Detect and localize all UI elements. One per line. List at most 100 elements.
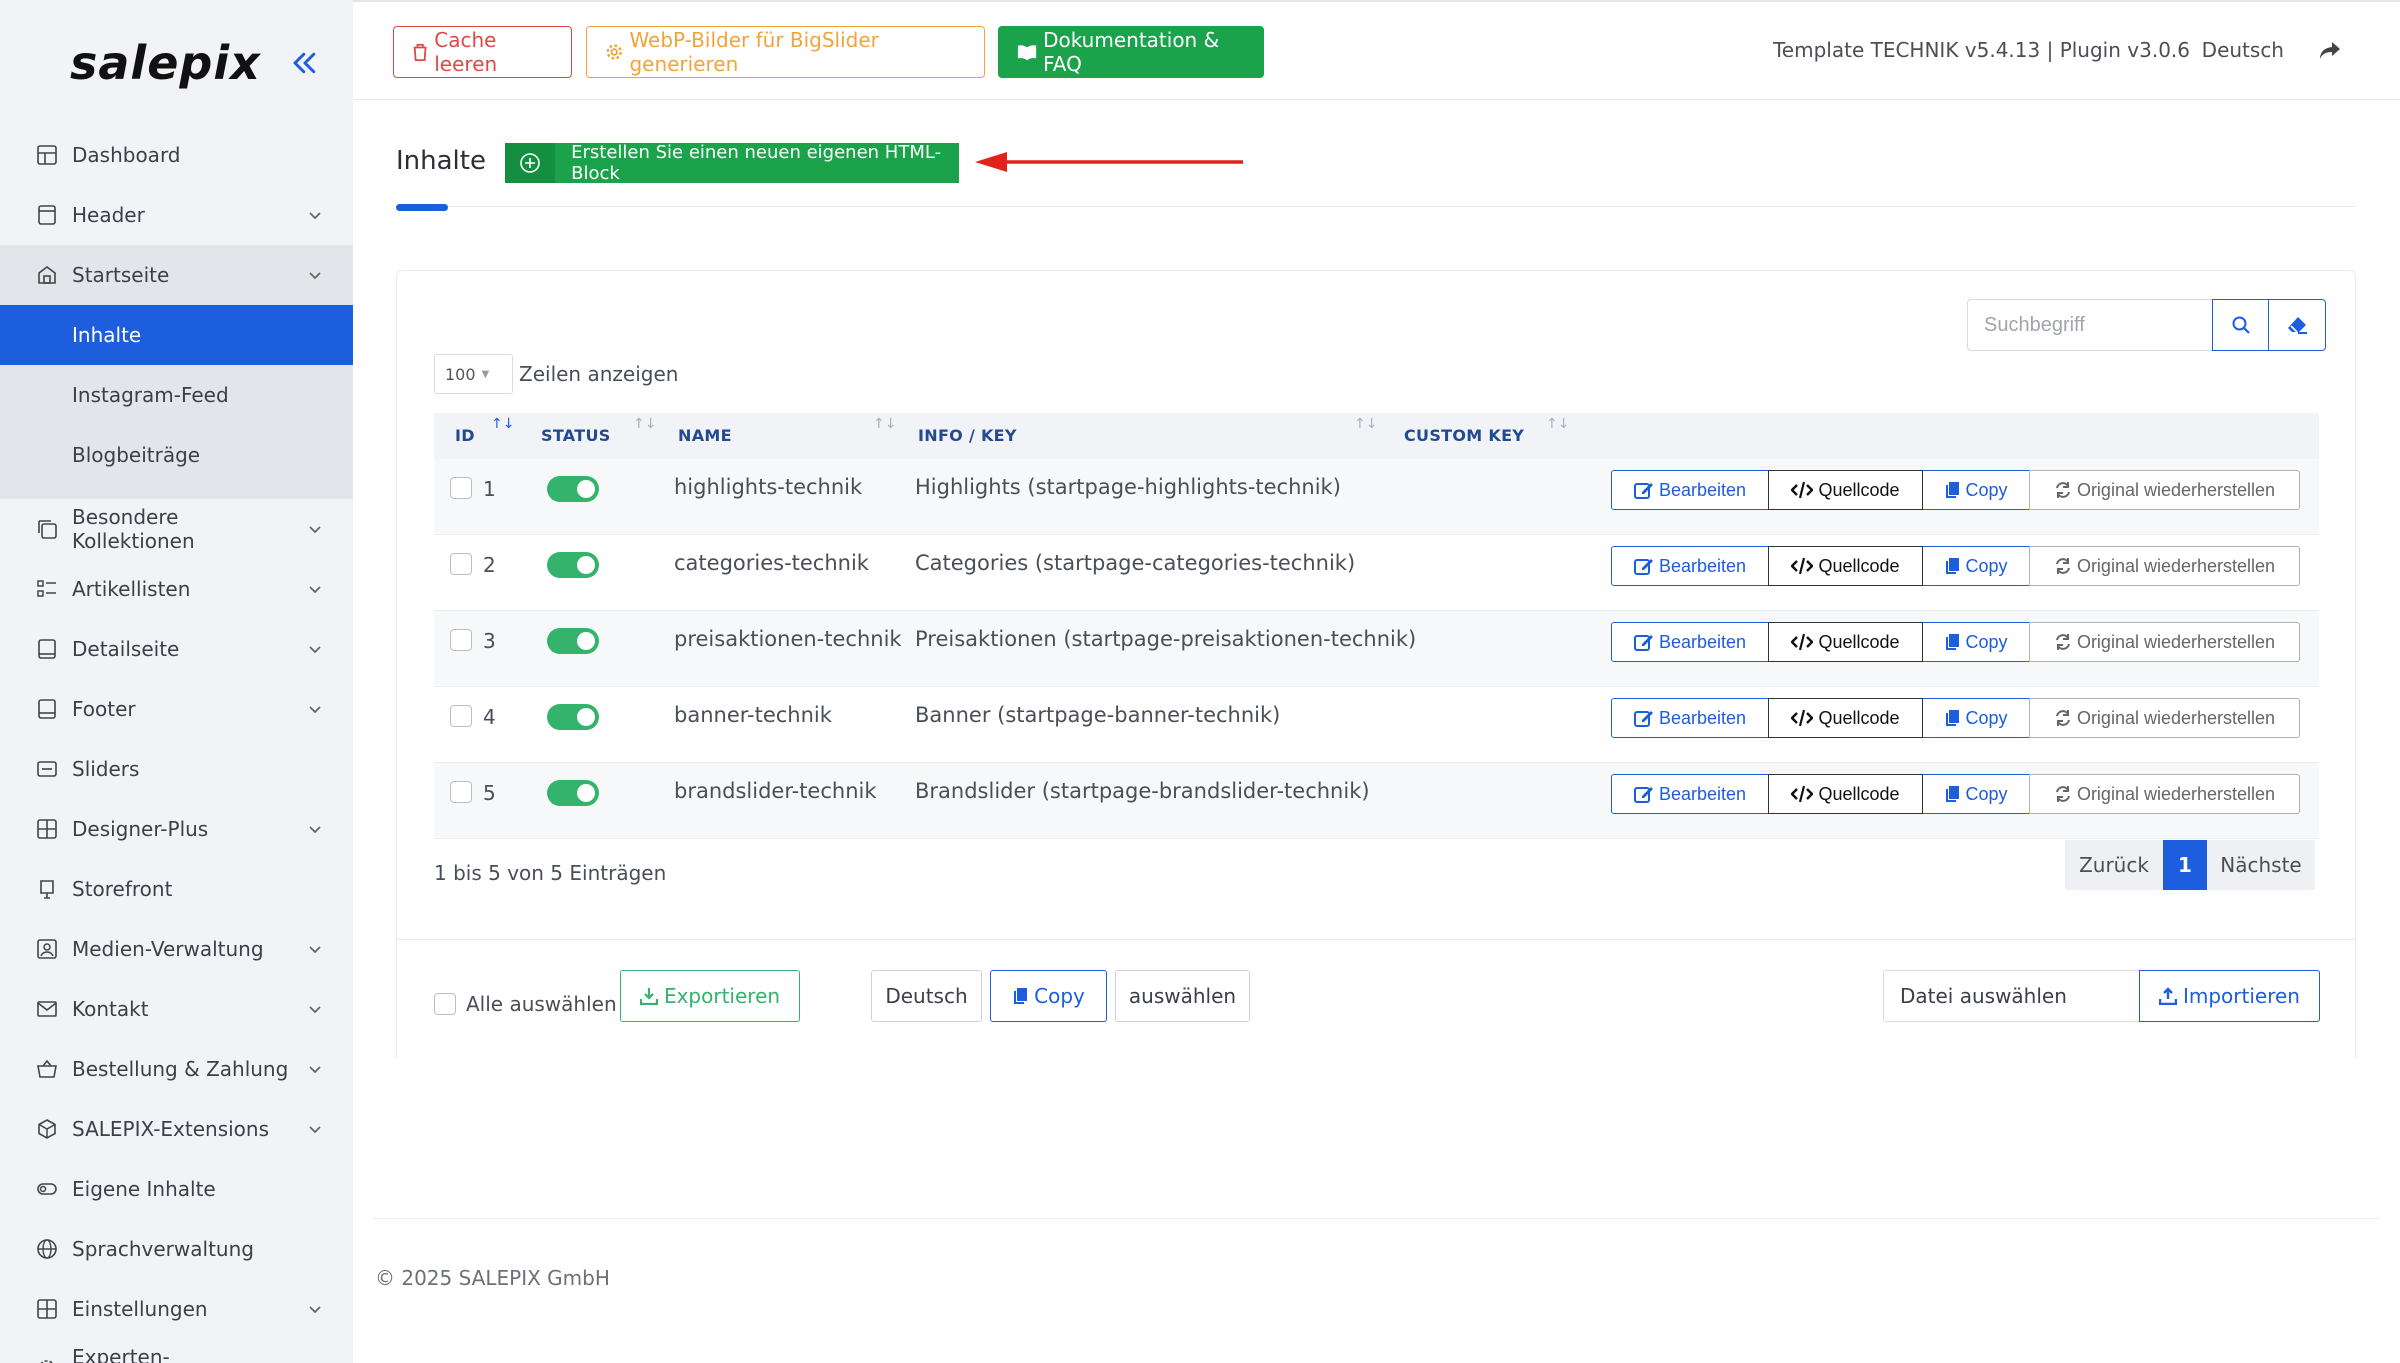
source-code-label: Quellcode — [1818, 707, 1900, 728]
copy-button[interactable]: Copy — [1922, 774, 2030, 814]
edit-button[interactable]: Bearbeiten — [1611, 470, 1769, 510]
sidebar-item-sprachverwaltung[interactable]: Sprachverwaltung — [0, 1219, 353, 1279]
pagination-prev[interactable]: Zurück — [2065, 840, 2163, 890]
restore-original-button[interactable]: Original wiederherstellen — [2029, 774, 2300, 814]
source-code-button[interactable]: Quellcode — [1768, 546, 1923, 586]
row-checkbox[interactable] — [450, 781, 472, 803]
column-header-name[interactable]: NAME — [678, 426, 732, 445]
row-name: highlights-technik — [674, 475, 863, 499]
sidebar-item-designer-plus[interactable]: Designer-Plus — [0, 799, 353, 859]
search-button[interactable] — [2212, 299, 2269, 351]
sort-icon[interactable]: ↑↓ — [1354, 416, 1377, 432]
sidebar-item-startseite[interactable]: Startseite — [0, 245, 353, 305]
edit-button[interactable]: Bearbeiten — [1611, 774, 1769, 814]
copy-button[interactable]: Copy — [1922, 546, 2030, 586]
row-checkbox[interactable] — [450, 629, 472, 651]
pagination-next[interactable]: Nächste — [2207, 840, 2315, 890]
restore-original-button[interactable]: Original wiederherstellen — [2029, 470, 2300, 510]
restore-original-button[interactable]: Original wiederherstellen — [2029, 546, 2300, 586]
sidebar-item-label: Footer — [72, 697, 136, 721]
sidebar-item-medien-verwaltung[interactable]: Medien-Verwaltung — [0, 919, 353, 979]
sidebar-subitem-blogbeitraege[interactable]: Blogbeiträge — [0, 425, 353, 485]
collapse-sidebar-icon[interactable] — [285, 43, 325, 83]
sidebar-item-salepix-extensions[interactable]: SALEPIX-Extensions — [0, 1099, 353, 1159]
chevron-down-icon — [309, 946, 321, 954]
mail-icon — [34, 996, 60, 1022]
create-html-block-button[interactable]: Erstellen Sie einen neuen eigenen HTML-B… — [505, 142, 959, 184]
language-select[interactable]: Deutsch — [871, 970, 982, 1022]
restore-original-label: Original wiederherstellen — [2076, 707, 2276, 728]
sidebar-item-einstellungen[interactable]: Einstellungen — [0, 1279, 353, 1339]
sidebar-item-eigene-inhalte[interactable]: Eigene Inhalte — [0, 1159, 353, 1219]
row-checkbox[interactable] — [450, 705, 472, 727]
copy-button[interactable]: Copy — [1922, 698, 2030, 738]
column-header-custom-key[interactable]: CUSTOM KEY — [1404, 426, 1524, 445]
sidebar-item-detailseite[interactable]: Detailseite — [0, 619, 353, 679]
book-icon — [1017, 45, 1037, 61]
import-button[interactable]: Importieren — [2139, 970, 2320, 1022]
sidebar-item-besondere-kollektionen[interactable]: Besondere Kollektionen — [0, 499, 353, 559]
sidebar-subitem-instagram-feed[interactable]: Instagram-Feed — [0, 365, 353, 425]
source-code-button[interactable]: Quellcode — [1768, 470, 1923, 510]
sidebar-item-sliders[interactable]: Sliders — [0, 739, 353, 799]
column-header-id[interactable]: ID — [455, 426, 475, 445]
table-row: 5 brandslider-technik Brandslider (start… — [434, 763, 2319, 839]
source-code-button[interactable]: Quellcode — [1768, 774, 1923, 814]
choose-button[interactable]: auswählen — [1115, 970, 1250, 1022]
status-toggle[interactable] — [547, 628, 599, 654]
page-length-select[interactable]: 100 ▼ — [434, 354, 513, 394]
sidebar-item-dashboard[interactable]: Dashboard — [0, 125, 353, 185]
select-all-checkbox[interactable]: Alle auswählen — [434, 992, 617, 1016]
edit-button[interactable]: Bearbeiten — [1611, 546, 1769, 586]
file-input[interactable]: Datei auswählen — [1883, 970, 2140, 1022]
generate-webp-button[interactable]: WebP-Bilder für BigSlider generieren — [586, 26, 985, 78]
top-toolbar: Cache leeren WebP-Bilder für BigSlider g… — [353, 0, 2400, 100]
basket-icon — [34, 1056, 60, 1082]
checkbox[interactable] — [434, 993, 456, 1015]
sidebar-item-bestellung-zahlung[interactable]: Bestellung & Zahlung — [0, 1039, 353, 1099]
sidebar-item-footer[interactable]: Footer — [0, 679, 353, 739]
sidebar-subitem-inhalte[interactable]: Inhalte — [0, 305, 353, 365]
settings-grid-icon — [34, 1296, 60, 1322]
sort-asc-icon[interactable]: ↑↓ — [491, 416, 514, 432]
edit-button[interactable]: Bearbeiten — [1611, 622, 1769, 662]
source-code-button[interactable]: Quellcode — [1768, 622, 1923, 662]
row-checkbox[interactable] — [450, 477, 472, 499]
sidebar-item-label: SALEPIX-Extensions — [72, 1117, 270, 1141]
copy-button[interactable]: Copy — [1922, 622, 2030, 662]
language-switcher[interactable]: Deutsch — [2202, 38, 2284, 62]
status-toggle[interactable] — [547, 780, 599, 806]
search-input[interactable] — [1967, 299, 2212, 351]
copy-icon — [1946, 558, 1960, 574]
edit-button[interactable]: Bearbeiten — [1611, 698, 1769, 738]
sidebar-item-header[interactable]: Header — [0, 185, 353, 245]
restore-original-button[interactable]: Original wiederherstellen — [2029, 622, 2300, 662]
source-code-button[interactable]: Quellcode — [1768, 698, 1923, 738]
chevron-down-icon — [309, 1306, 321, 1314]
sidebar-item-experten-einstellungen[interactable]: Experten-Einstellungen — [0, 1339, 353, 1363]
footer-divider — [373, 1218, 2380, 1219]
copy-button[interactable]: Copy — [1922, 470, 2030, 510]
status-toggle[interactable] — [547, 704, 599, 730]
status-toggle[interactable] — [547, 476, 599, 502]
sidebar-item-artikellisten[interactable]: Artikellisten — [0, 559, 353, 619]
sort-icon[interactable]: ↑↓ — [1546, 416, 1569, 432]
sidebar-item-kontakt[interactable]: Kontakt — [0, 979, 353, 1039]
clear-cache-label: Cache leeren — [434, 28, 498, 76]
clear-search-button[interactable] — [2269, 299, 2326, 351]
column-header-info-key[interactable]: INFO / KEY — [918, 426, 1017, 445]
pagination-page[interactable]: 1 — [2163, 840, 2207, 890]
column-header-status[interactable]: STATUS — [541, 426, 611, 445]
status-toggle[interactable] — [547, 552, 599, 578]
sort-icon[interactable]: ↑↓ — [873, 416, 896, 432]
documentation-button[interactable]: Dokumentation & FAQ — [998, 26, 1264, 78]
globe-icon — [34, 1236, 60, 1262]
sort-icon[interactable]: ↑↓ — [633, 416, 656, 432]
sidebar-item-storefront[interactable]: Storefront — [0, 859, 353, 919]
bulk-copy-button[interactable]: Copy — [990, 970, 1107, 1022]
row-checkbox[interactable] — [450, 553, 472, 575]
share-icon[interactable] — [2318, 40, 2342, 66]
clear-cache-button[interactable]: Cache leeren — [393, 26, 572, 78]
restore-original-button[interactable]: Original wiederherstellen — [2029, 698, 2300, 738]
export-button[interactable]: Exportieren — [620, 970, 800, 1022]
